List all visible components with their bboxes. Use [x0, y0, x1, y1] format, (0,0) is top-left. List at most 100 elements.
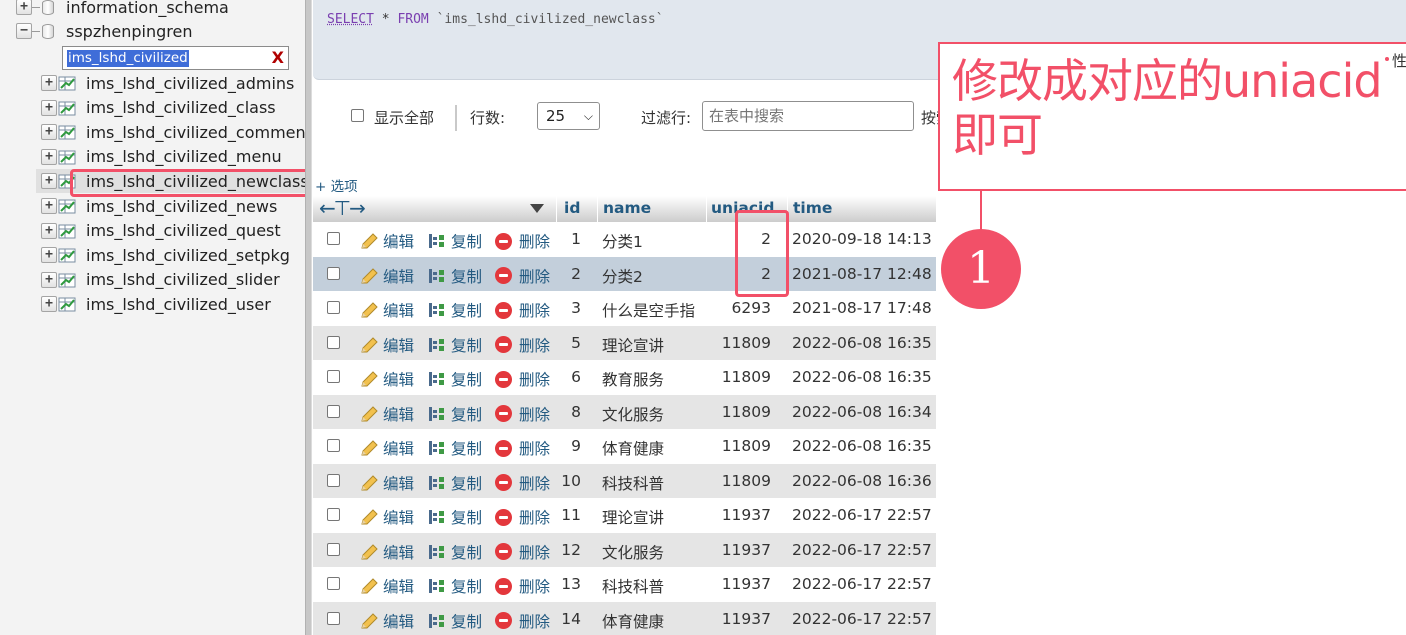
table-label[interactable]: ims_lshd_civilized_setpkg	[86, 246, 290, 265]
table-item[interactable]: + ims_lshd_civilized_comment	[36, 120, 305, 144]
cell-time[interactable]: 2022-06-08 16:35	[792, 368, 932, 386]
cell-uniacid[interactable]: 11937	[705, 610, 771, 628]
edit-button[interactable]: 编辑	[359, 403, 414, 425]
table-row[interactable]: 编辑 复制 删除 10 科技科普 11809 2022-06-08 16:36	[313, 464, 936, 498]
cell-time[interactable]: 2022-06-08 16:34	[792, 403, 932, 421]
column-header-name[interactable]: name	[603, 199, 651, 217]
edit-button[interactable]: 编辑	[359, 230, 414, 252]
delete-button[interactable]: 删除	[495, 368, 550, 390]
cell-time[interactable]: 2022-06-08 16:35	[792, 334, 932, 352]
cell-name[interactable]: 理论宣讲	[602, 334, 664, 356]
cell-time[interactable]: 2020-09-18 14:13	[792, 230, 932, 248]
cell-uniacid[interactable]: 11809	[705, 437, 771, 455]
cell-id[interactable]: 13	[555, 575, 581, 593]
collapse-icon[interactable]: −	[16, 23, 32, 39]
cell-time[interactable]: 2022-06-17 22:57	[792, 541, 932, 559]
cell-time[interactable]: 2022-06-17 22:57	[792, 506, 932, 524]
delete-button[interactable]: 删除	[495, 472, 550, 494]
cell-name[interactable]: 理论宣讲	[602, 506, 664, 528]
cell-time[interactable]: 2021-08-17 17:48	[792, 299, 932, 317]
edit-button[interactable]: 编辑	[359, 541, 414, 563]
cell-name[interactable]: 什么是空手指	[602, 299, 695, 321]
clear-filter-icon[interactable]: X	[272, 48, 284, 68]
edit-button[interactable]: 编辑	[359, 610, 414, 632]
copy-button[interactable]: 复制	[427, 472, 482, 494]
cell-uniacid[interactable]: 11809	[705, 334, 771, 352]
column-header-time[interactable]: time	[793, 199, 832, 217]
cell-id[interactable]: 1	[555, 230, 581, 248]
table-label[interactable]: ims_lshd_civilized_quest	[86, 221, 281, 240]
cell-id[interactable]: 10	[555, 472, 581, 490]
delete-button[interactable]: 删除	[495, 506, 550, 528]
table-row[interactable]: 编辑 复制 删除 8 文化服务 11809 2022-06-08 16:34	[313, 395, 936, 429]
column-resize-arrows-icon[interactable]: ←⊤→	[319, 196, 364, 220]
row-checkbox[interactable]	[327, 267, 340, 280]
table-item[interactable]: + ims_lshd_civilized_setpkg	[36, 243, 305, 267]
cell-id[interactable]: 14	[555, 610, 581, 628]
cell-time[interactable]: 2022-06-08 16:36	[792, 472, 932, 490]
delete-button[interactable]: 删除	[495, 334, 550, 356]
expand-icon[interactable]: +	[41, 198, 57, 214]
cell-id[interactable]: 9	[555, 437, 581, 455]
copy-button[interactable]: 复制	[427, 299, 482, 321]
options-link[interactable]: + 选项	[315, 175, 358, 195]
db-label[interactable]: sspzhenpingren	[66, 22, 192, 41]
table-row[interactable]: 编辑 复制 删除 2 分类2 2 2021-08-17 12:48	[313, 257, 936, 291]
expand-icon[interactable]: +	[41, 75, 57, 91]
expand-icon[interactable]: +	[16, 0, 32, 15]
copy-button[interactable]: 复制	[427, 610, 482, 632]
cell-uniacid[interactable]: 11937	[705, 506, 771, 524]
copy-button[interactable]: 复制	[427, 265, 482, 287]
cell-id[interactable]: 12	[555, 541, 581, 559]
table-item[interactable]: + ims_lshd_civilized_quest	[36, 219, 305, 243]
cell-id[interactable]: 6	[555, 368, 581, 386]
copy-button[interactable]: 复制	[427, 403, 482, 425]
table-filter-input[interactable]: ims_lshd_civilized X	[62, 46, 289, 70]
cell-time[interactable]: 2022-06-08 16:35	[792, 437, 932, 455]
table-row[interactable]: 编辑 复制 删除 5 理论宣讲 11809 2022-06-08 16:35	[313, 326, 936, 360]
row-checkbox[interactable]	[327, 232, 340, 245]
table-row[interactable]: 编辑 复制 删除 11 理论宣讲 11937 2022-06-17 22:57	[313, 498, 936, 532]
db-label[interactable]: information_schema	[66, 0, 229, 17]
sql-keyword-select[interactable]: SELECT	[327, 12, 374, 27]
table-item[interactable]: + ims_lshd_civilized_admins	[36, 71, 305, 95]
copy-button[interactable]: 复制	[427, 230, 482, 252]
row-checkbox[interactable]	[327, 508, 340, 521]
row-checkbox[interactable]	[327, 301, 340, 314]
column-header-id[interactable]: id	[564, 199, 580, 217]
cell-id[interactable]: 2	[555, 265, 581, 283]
cell-uniacid[interactable]: 11937	[705, 541, 771, 559]
copy-button[interactable]: 复制	[427, 506, 482, 528]
cell-name[interactable]: 分类2	[602, 265, 643, 287]
copy-button[interactable]: 复制	[427, 334, 482, 356]
row-checkbox[interactable]	[327, 543, 340, 556]
cell-uniacid[interactable]: 6293	[705, 299, 771, 317]
expand-icon[interactable]: +	[41, 173, 57, 189]
expand-icon[interactable]: +	[41, 247, 57, 263]
expand-icon[interactable]: +	[41, 272, 57, 288]
cell-name[interactable]: 科技科普	[602, 472, 664, 494]
delete-button[interactable]: 删除	[495, 610, 550, 632]
table-row[interactable]: 编辑 复制 删除 12 文化服务 11937 2022-06-17 22:57	[313, 533, 936, 567]
edit-button[interactable]: 编辑	[359, 472, 414, 494]
row-checkbox[interactable]	[327, 474, 340, 487]
cell-time[interactable]: 2022-06-17 22:57	[792, 575, 932, 593]
table-label[interactable]: ims_lshd_civilized_slider	[86, 270, 280, 289]
cell-time[interactable]: 2022-06-17 22:57	[792, 610, 932, 628]
show-all-checkbox[interactable]	[351, 109, 364, 122]
edit-button[interactable]: 编辑	[359, 299, 414, 321]
table-label[interactable]: ims_lshd_civilized_news	[86, 197, 277, 216]
delete-button[interactable]: 删除	[495, 403, 550, 425]
table-item[interactable]: + ims_lshd_civilized_class	[36, 96, 305, 120]
delete-button[interactable]: 删除	[495, 437, 550, 459]
copy-button[interactable]: 复制	[427, 368, 482, 390]
delete-button[interactable]: 删除	[495, 230, 550, 252]
table-label[interactable]: ims_lshd_civilized_admins	[86, 74, 294, 93]
table-row[interactable]: 编辑 复制 删除 6 教育服务 11809 2022-06-08 16:35	[313, 360, 936, 394]
copy-button[interactable]: 复制	[427, 437, 482, 459]
delete-button[interactable]: 删除	[495, 575, 550, 597]
row-checkbox[interactable]	[327, 336, 340, 349]
edit-button[interactable]: 编辑	[359, 437, 414, 459]
delete-button[interactable]: 删除	[495, 299, 550, 321]
expand-icon[interactable]: +	[41, 223, 57, 239]
